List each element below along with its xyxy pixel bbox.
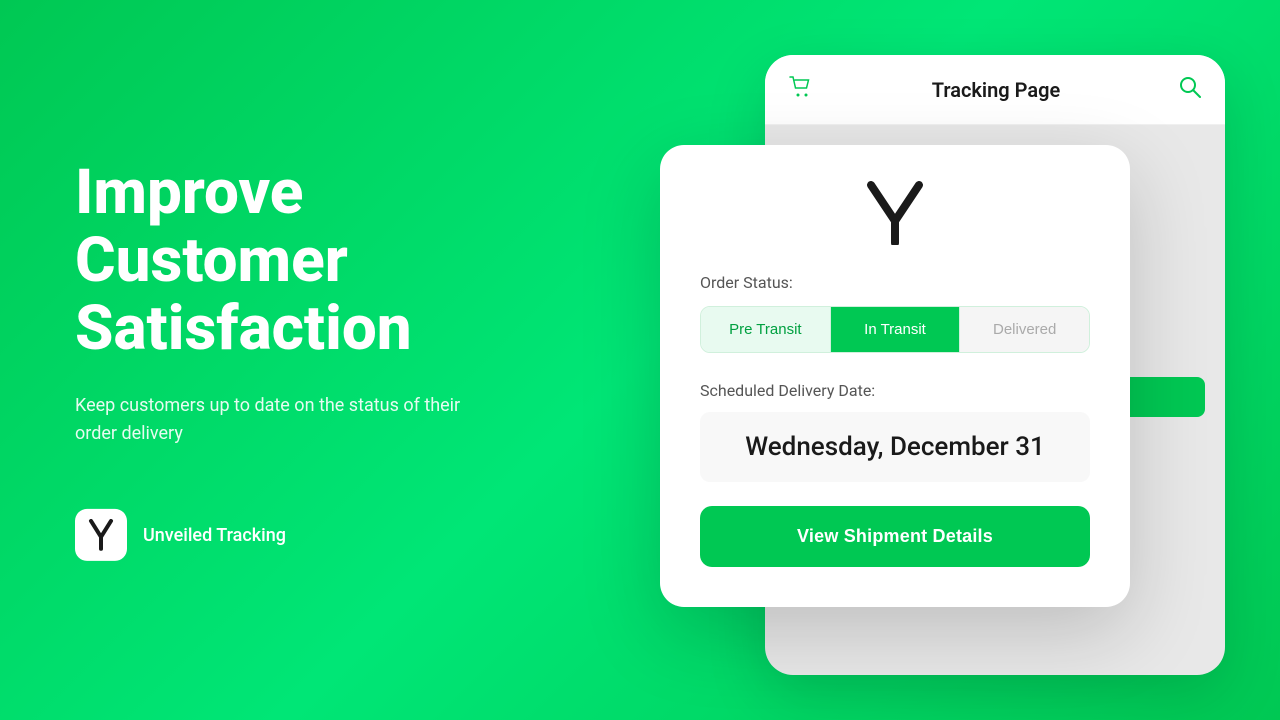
tab-in-transit[interactable]: In Transit xyxy=(831,307,961,352)
brand-logo-icon xyxy=(87,519,115,551)
order-status-label: Order Status: xyxy=(700,273,1090,292)
search-icon xyxy=(1179,76,1201,103)
tab-delivered[interactable]: Delivered xyxy=(960,307,1089,352)
status-tabs: Pre Transit In Transit Delivered xyxy=(700,306,1090,353)
right-section: Tracking Page xyxy=(560,0,1280,720)
card-logo-svg xyxy=(865,181,925,245)
phone-header: Tracking Page xyxy=(765,55,1225,125)
cart-icon xyxy=(789,76,813,103)
floating-card: Order Status: Pre Transit In Transit Del… xyxy=(660,145,1130,607)
view-shipment-button[interactable]: View Shipment Details xyxy=(700,506,1090,567)
brand-icon-box xyxy=(75,509,127,561)
brand-label: Unveiled Tracking xyxy=(143,525,286,546)
phone-title: Tracking Page xyxy=(932,78,1061,102)
tab-pre-transit[interactable]: Pre Transit xyxy=(701,307,831,352)
delivery-date-box: Wednesday, December 31 xyxy=(700,412,1090,482)
subtext: Keep customers up to date on the status … xyxy=(75,391,465,449)
cart-svg xyxy=(789,76,813,98)
main-headline: Improve Customer Satisfaction xyxy=(75,159,545,364)
brand-badge: Unveiled Tracking xyxy=(75,509,545,561)
card-logo xyxy=(700,181,1090,245)
delivery-date-text: Wednesday, December 31 xyxy=(745,432,1045,462)
search-svg xyxy=(1179,76,1201,98)
delivery-date-label: Scheduled Delivery Date: xyxy=(700,381,1090,400)
left-section: Improve Customer Satisfaction Keep custo… xyxy=(75,159,545,561)
